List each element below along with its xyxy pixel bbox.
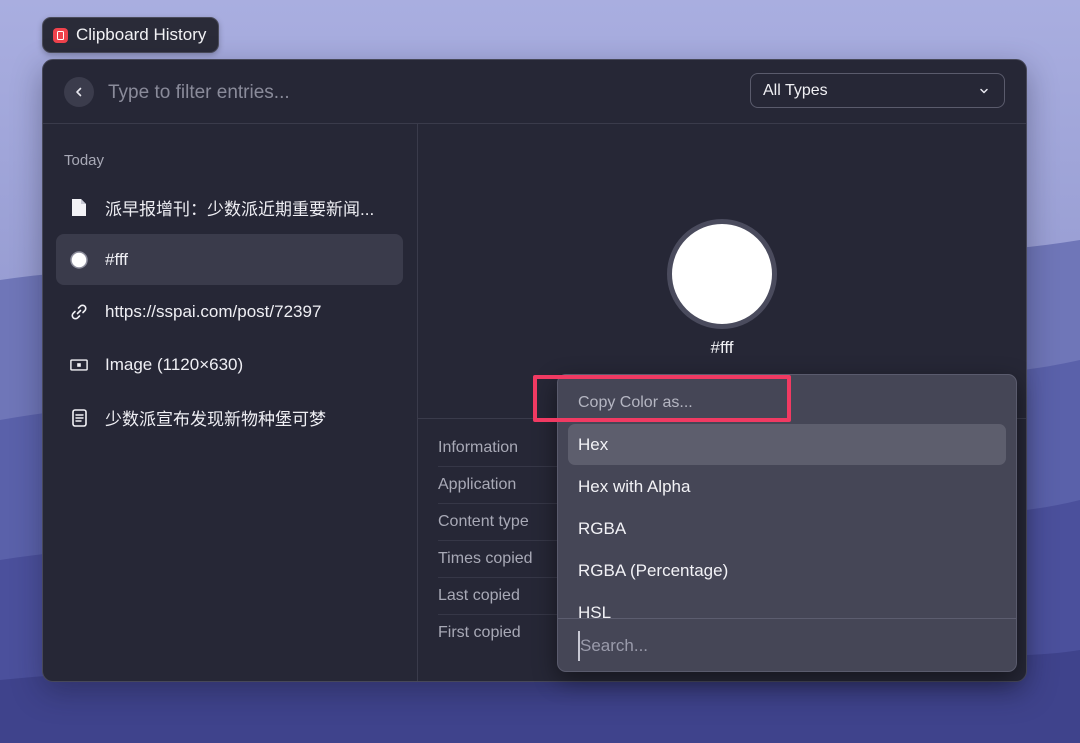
color-value-label: #fff [710,338,734,357]
meta-label-information: Information [438,429,558,467]
back-button[interactable] [64,77,94,107]
copy-options-list: Hex Hex with Alpha RGBA RGBA (Percentage… [558,423,1016,618]
entry-label: Image (1120×630) [105,354,244,374]
copy-option-hex-alpha[interactable]: Hex with Alpha [568,466,1006,507]
meta-label-last-copied: Last copied [438,577,558,615]
chevron-left-icon [76,87,82,97]
entry-label: 派早报增刊：少数派近期重要新闻... [105,200,375,219]
copy-option-rgba[interactable]: RGBA [568,508,1006,549]
top-bar: All Types [43,60,1026,124]
section-label-today: Today [64,152,105,169]
meta-label-first-copied: First copied [438,623,521,641]
copy-menu-header: Copy Color as... [578,394,693,411]
history-entry-image[interactable]: Image (1120×630) [56,339,403,390]
history-entry-link[interactable]: https://sspai.com/post/72397 [56,286,403,337]
copy-menu-search-area [558,618,1016,671]
text-icon [70,408,88,427]
history-entry-document[interactable]: 派早报增刊：少数派近期重要新闻... [56,182,403,233]
link-icon [70,303,88,321]
chevron-down-icon [980,88,988,93]
history-entry-text[interactable]: 少数派宣布发现新物种堡可梦 [56,392,403,443]
app-title: Clipboard History [76,25,207,44]
document-icon [70,199,88,217]
copy-option-hsl[interactable]: HSL [568,592,1006,619]
type-filter-value: All Types [763,81,828,99]
meta-label-content-type: Content type [438,503,558,541]
clipboard-app-icon [53,27,68,43]
image-icon [70,356,88,374]
entry-label: #fff [105,249,129,269]
entry-label: 少数派宣布发现新物种堡可梦 [105,410,326,429]
copy-color-menu: Copy Color as... Hex Hex with Alpha RGBA… [557,374,1017,672]
type-filter-select[interactable]: All Types [750,73,1005,108]
copy-menu-search-input[interactable] [578,631,982,661]
window-title-pill: Clipboard History [42,17,220,53]
color-swatch [667,219,777,329]
meta-label-times-copied: Times copied [438,540,558,578]
meta-label-application: Application [438,466,558,504]
copy-option-hex[interactable]: Hex [568,424,1006,465]
color-dot-icon [70,250,88,269]
history-list-pane: Today 派早报增刊：少数派近期重要新闻... #fff https://ss… [43,124,418,681]
history-entry-color[interactable]: #fff [56,234,403,285]
filter-search-input[interactable] [106,77,710,109]
entry-label: https://sspai.com/post/72397 [105,301,322,321]
copy-option-rgba-percentage[interactable]: RGBA (Percentage) [568,550,1006,591]
